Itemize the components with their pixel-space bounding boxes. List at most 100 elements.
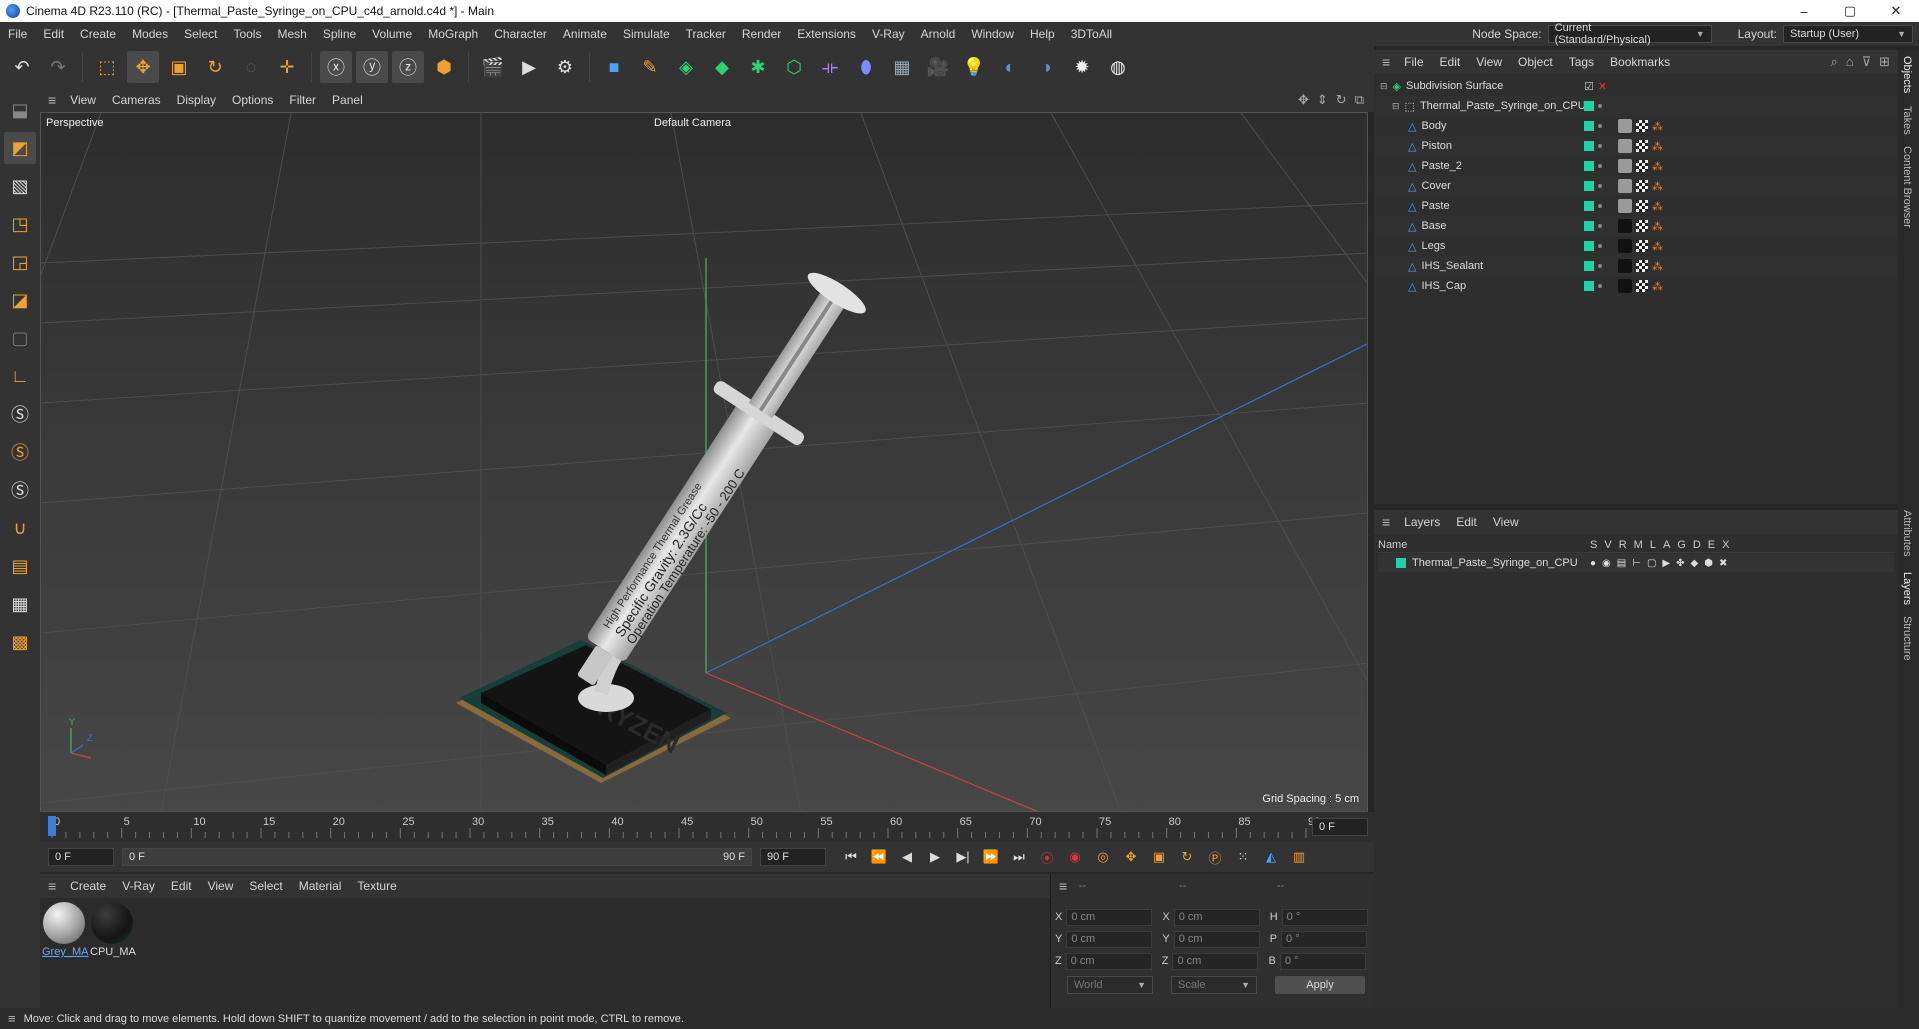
viewport[interactable]: RYZEN High Performance Thermal Grease Sp…	[40, 112, 1368, 812]
viewport-menu-options[interactable]: Options	[224, 93, 281, 107]
material-tag-icon[interactable]	[1618, 259, 1632, 273]
apply-button[interactable]: Apply	[1275, 976, 1365, 994]
uvw-tag-icon[interactable]	[1636, 200, 1648, 212]
timeline-ruler[interactable]: 051015202530354045505560657075808590 0 F	[40, 812, 1374, 842]
arnold-tag-icon[interactable]: ⁂	[1652, 280, 1663, 293]
render-settings-icon[interactable]: ⚙	[549, 51, 581, 83]
autokey-icon[interactable]: ◉	[1062, 846, 1088, 868]
key-scale-icon[interactable]: ▣	[1146, 846, 1172, 868]
material-tag-icon[interactable]	[1618, 279, 1632, 293]
rot-b-field[interactable]: 0 °	[1279, 952, 1366, 970]
texture-mode-icon[interactable]: ▧	[4, 170, 36, 202]
home-icon[interactable]: ⌂	[1846, 54, 1854, 70]
edge-mode-icon[interactable]: ◲	[4, 246, 36, 278]
hamburger-icon[interactable]: ≡	[40, 92, 62, 108]
arnold-tag-icon[interactable]: ⁂	[1652, 240, 1663, 253]
previous-frame-icon[interactable]: ◀	[894, 846, 920, 868]
layer-color-swatch[interactable]	[1584, 161, 1594, 171]
node-space-dropdown[interactable]: Current (Standard/Physical) ▼	[1547, 22, 1712, 46]
settings-gear-icon[interactable]: ✹	[1066, 51, 1098, 83]
maximize-view-icon[interactable]: ⧉	[1355, 92, 1364, 108]
layer-color-swatch[interactable]	[1584, 281, 1594, 291]
key-pla-icon[interactable]: ⁙	[1230, 846, 1256, 868]
object-row[interactable]: △ IHS_Cap ⁂	[1374, 276, 1898, 296]
menu-window[interactable]: Window	[963, 27, 1022, 41]
uvw-tag-icon[interactable]	[1636, 280, 1648, 292]
menu-mograph[interactable]: MoGraph	[420, 27, 486, 41]
viewport-menu-filter[interactable]: Filter	[281, 93, 324, 107]
floor-icon[interactable]: ▦	[886, 51, 918, 83]
menu-file[interactable]: File	[0, 27, 35, 41]
menu-spline[interactable]: Spline	[315, 27, 364, 41]
rotate-tool-icon[interactable]: ↻	[199, 51, 231, 83]
undo-icon[interactable]: ↶	[6, 51, 38, 83]
snap-settings-icon[interactable]: Ⓢ	[4, 436, 36, 468]
layer-deformers-icon[interactable]: ◆	[1691, 558, 1699, 569]
layer-col-g[interactable]: G	[1677, 539, 1686, 551]
visibility-dot[interactable]	[1598, 124, 1602, 128]
layer-color-swatch[interactable]	[1584, 221, 1594, 231]
extrude-generator-icon[interactable]: ◆	[706, 51, 738, 83]
rot-h-field[interactable]: 0 °	[1281, 908, 1368, 926]
arnold-tag-icon[interactable]: ⁂	[1652, 140, 1663, 153]
playhead[interactable]	[48, 816, 56, 836]
uvw-tag-icon[interactable]	[1636, 180, 1648, 192]
live-selection-icon[interactable]: ⬚	[91, 51, 123, 83]
current-frame-field[interactable]: 0 F	[1312, 818, 1368, 836]
object-row[interactable]: △ Paste_2 ⁂	[1374, 156, 1898, 176]
snap-icon[interactable]: Ⓢ	[4, 398, 36, 430]
arnold-tag-icon[interactable]: ⁂	[1652, 180, 1663, 193]
layout-dropdown[interactable]: Startup (User) ▼	[1783, 25, 1913, 43]
maximize-button[interactable]: ▢	[1827, 0, 1873, 22]
previous-key-icon[interactable]: ⏪	[866, 846, 892, 868]
key-parameter-icon[interactable]: Ⓟ	[1202, 846, 1228, 868]
menu-volume[interactable]: Volume	[364, 27, 420, 41]
record-icon[interactable]: ⦿	[1034, 846, 1060, 868]
hamburger-icon[interactable]: ≡	[0, 1011, 24, 1026]
material-tag-icon[interactable]	[1618, 199, 1632, 213]
viewport-menu-cameras[interactable]: Cameras	[104, 93, 169, 107]
layer-col-a[interactable]: A	[1663, 539, 1670, 551]
menu-simulate[interactable]: Simulate	[615, 27, 678, 41]
coord-space-dropdown[interactable]: World ▼	[1067, 976, 1153, 994]
model-mode-icon[interactable]: ◩	[4, 132, 36, 164]
end-frame-field[interactable]: 90 F	[760, 848, 826, 866]
object-row[interactable]: △ Paste ⁂	[1374, 196, 1898, 216]
uvw-tag-icon[interactable]	[1636, 160, 1648, 172]
object-row[interactable]: △ Base ⁂	[1374, 216, 1898, 236]
quantize-icon[interactable]: Ⓢ	[4, 474, 36, 506]
menu-3dtoall[interactable]: 3DToAll	[1063, 27, 1120, 41]
zoom-view-icon[interactable]: ⇕	[1317, 92, 1328, 108]
pan-view-icon[interactable]: ✥	[1298, 92, 1309, 108]
layer-lock-icon[interactable]: ▢	[1647, 558, 1656, 569]
new-window-icon[interactable]: ⊞	[1879, 54, 1890, 70]
material-menu-texture[interactable]: Texture	[349, 879, 404, 893]
hamburger-icon[interactable]: ≡	[40, 878, 62, 894]
menu-render[interactable]: Render	[734, 27, 789, 41]
layer-col-m[interactable]: M	[1634, 539, 1643, 551]
layer-color-swatch[interactable]	[1396, 558, 1406, 568]
layer-color-swatch[interactable]	[1584, 121, 1594, 131]
visibility-dot[interactable]	[1598, 244, 1602, 248]
menu-arnold[interactable]: Arnold	[913, 27, 964, 41]
python-icon[interactable]: ◐	[994, 51, 1026, 83]
last-tool-icon[interactable]: ◌	[235, 51, 267, 83]
object-row-group[interactable]: ⊟ ⬚ Thermal_Paste_Syringe_on_CPU	[1374, 96, 1898, 116]
uvw-tag-icon[interactable]	[1636, 140, 1648, 152]
material-tag-icon[interactable]	[1618, 179, 1632, 193]
layer-color-swatch[interactable]	[1584, 141, 1594, 151]
menu-help[interactable]: Help	[1022, 27, 1063, 41]
keyframe-selection-icon[interactable]: ◎	[1090, 846, 1116, 868]
y-axis-lock-icon[interactable]: ⓨ	[356, 51, 388, 83]
coord-mode-dropdown[interactable]: Scale ▼	[1171, 976, 1257, 994]
layer-col-x[interactable]: X	[1722, 539, 1729, 551]
arnold-tag-icon[interactable]: ⁂	[1652, 260, 1663, 273]
arnold-tag-icon[interactable]: ⁂	[1652, 220, 1663, 233]
visibility-dot[interactable]	[1598, 164, 1602, 168]
layer-animation-icon[interactable]: ▶	[1662, 558, 1670, 569]
redo-icon[interactable]: ↷	[42, 51, 74, 83]
hamburger-icon[interactable]: ≡	[1374, 54, 1396, 70]
viewport-camera-name[interactable]: Default Camera	[654, 117, 731, 129]
visibility-dot[interactable]	[1598, 104, 1602, 108]
subdivision-generator-icon[interactable]: ◈	[670, 51, 702, 83]
